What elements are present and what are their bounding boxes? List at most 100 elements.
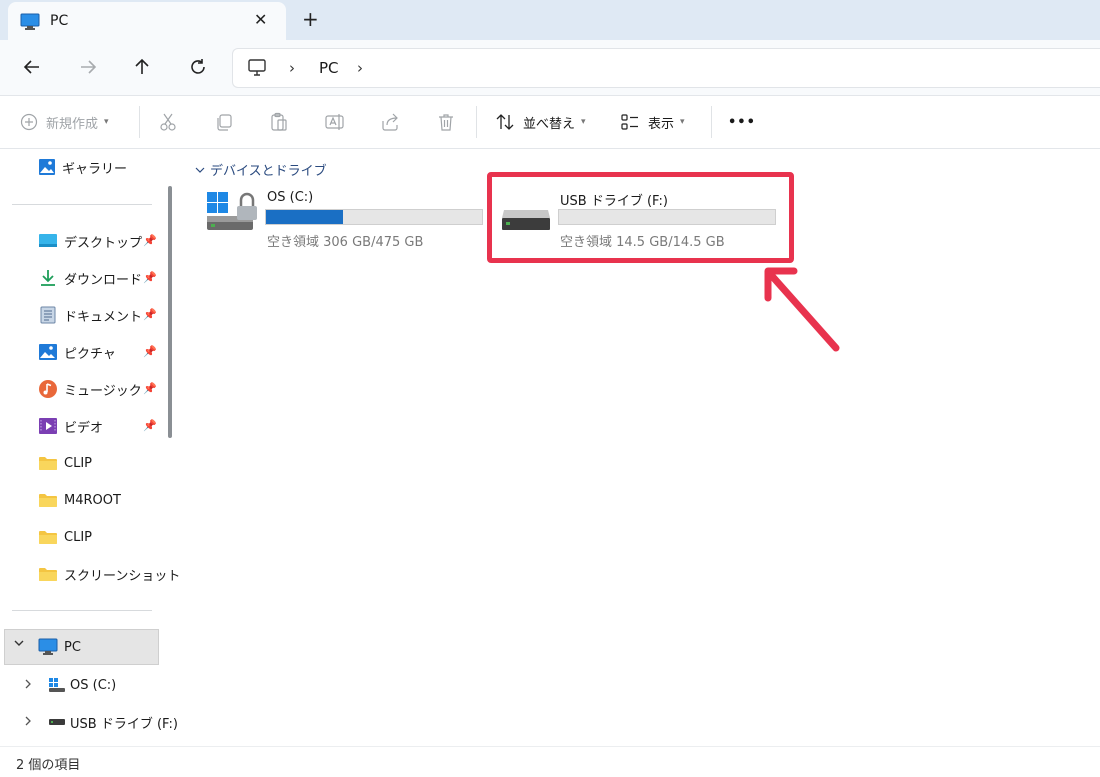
share-button[interactable] — [380, 108, 400, 136]
chevron-right-icon[interactable] — [22, 715, 34, 731]
sidebar-item-label: CLIP — [64, 455, 92, 471]
sidebar-item-downloads[interactable]: ダウンロード — [38, 266, 142, 290]
pin-icon[interactable]: 📌 — [143, 345, 157, 358]
sidebar-item-label: USB ドライブ (F:) — [70, 716, 178, 732]
monitor-icon — [20, 13, 40, 35]
up-button[interactable] — [129, 54, 155, 80]
highlight-box — [487, 172, 794, 263]
back-button[interactable] — [19, 54, 45, 80]
toolbar-divider — [139, 106, 140, 138]
copy-button[interactable] — [214, 108, 234, 136]
arrow-left-icon — [23, 60, 39, 74]
drive-usage-bar — [265, 209, 483, 225]
chevron-down-icon: ▾ — [104, 117, 109, 127]
pin-icon[interactable]: 📌 — [143, 234, 157, 247]
music-icon — [39, 380, 57, 398]
pin-icon[interactable]: 📌 — [143, 308, 157, 321]
drive-free-space: 空き領域 306 GB/475 GB — [267, 235, 424, 250]
annotation-arrow-icon — [764, 267, 840, 352]
plus-circle-icon — [20, 113, 38, 131]
drive-usage-fill — [266, 210, 343, 224]
drive-name: OS (C:) — [267, 190, 314, 205]
drive-tile-os[interactable]: OS (C:) 空き領域 306 GB/475 GB — [205, 186, 487, 250]
monitor-icon — [38, 638, 58, 655]
sidebar-item-label: ビデオ — [64, 420, 104, 436]
sidebar-item-label: CLIP — [64, 529, 92, 545]
group-header-label: デバイスとドライブ — [210, 164, 327, 179]
sidebar-item-label: M4ROOT — [64, 492, 121, 508]
item-count: 2 個の項目 — [16, 758, 81, 773]
sidebar-item-documents[interactable]: ドキュメント — [38, 303, 142, 327]
sidebar-item-pictures[interactable]: ピクチャ — [38, 340, 116, 364]
sidebar-item-pc-label-row[interactable]: PC — [38, 635, 81, 659]
sidebar-item-os-drive[interactable]: OS (C:) — [48, 673, 116, 697]
sidebar-item-screenshots[interactable]: スクリーンショット — [38, 562, 180, 586]
group-header-devices[interactable]: デバイスとドライブ — [194, 160, 327, 179]
pin-icon[interactable]: 📌 — [143, 382, 157, 395]
refresh-icon — [191, 59, 205, 74]
breadcrumb-chevron[interactable]: › — [357, 59, 363, 77]
sidebar-item-desktop[interactable]: デスクトップ — [38, 229, 142, 253]
sidebar-divider — [12, 610, 152, 611]
video-icon — [39, 418, 57, 434]
sidebar-item-label: ダウンロード — [64, 272, 143, 288]
document-icon — [40, 306, 56, 324]
sidebar-scrollbar[interactable] — [168, 186, 172, 438]
rename-icon — [325, 114, 344, 130]
clipboard-icon — [271, 112, 287, 131]
sidebar-item-label: スクリーンショット — [64, 568, 181, 584]
scissors-icon — [160, 113, 176, 131]
rename-button[interactable] — [324, 108, 346, 136]
refresh-button[interactable] — [185, 54, 211, 80]
new-tab-button[interactable]: + — [302, 7, 319, 31]
trash-icon — [439, 114, 453, 131]
gallery-icon — [39, 159, 55, 175]
chevron-right-icon[interactable] — [22, 678, 34, 694]
pin-icon[interactable]: 📌 — [143, 271, 157, 284]
sidebar-item-label: PC — [64, 639, 81, 655]
copy-icon — [217, 114, 232, 131]
close-tab-button[interactable]: ✕ — [254, 10, 267, 29]
sidebar-item-pc[interactable] — [4, 629, 159, 665]
breadcrumb-pc[interactable]: PC — [319, 59, 339, 77]
paste-button[interactable] — [269, 108, 289, 136]
arrow-right-icon — [81, 60, 97, 74]
tab-pc[interactable]: PC ✕ — [8, 2, 286, 40]
sidebar-item-clip-1[interactable]: CLIP — [38, 451, 92, 475]
more-options-button[interactable]: ••• — [728, 108, 756, 136]
breadcrumb-chevron[interactable]: › — [289, 59, 295, 77]
sort-arrows-icon — [496, 114, 514, 130]
view-list-icon — [621, 114, 638, 130]
sidebar-item-usb-drive[interactable]: USB ドライブ (F:) — [48, 710, 178, 734]
sidebar-divider — [12, 204, 152, 205]
sidebar-item-label: ミュージック — [64, 383, 142, 399]
sidebar-item-label: デスクトップ — [64, 235, 143, 251]
forward-button[interactable] — [75, 54, 101, 80]
address-bar[interactable]: › PC › — [232, 48, 1100, 88]
sidebar-item-m4root[interactable]: M4ROOT — [38, 488, 121, 512]
sidebar-item-label: OS (C:) — [70, 677, 117, 693]
sidebar-item-music[interactable]: ミュージック — [38, 377, 142, 401]
new-button[interactable]: 新規作成 ▾ — [20, 108, 109, 136]
sidebar-item-clip-2[interactable]: CLIP — [38, 525, 92, 549]
share-icon — [382, 113, 398, 131]
cut-button[interactable] — [158, 108, 178, 136]
toolbar-divider — [711, 106, 712, 138]
chevron-down-icon[interactable] — [12, 636, 26, 653]
sidebar-item-videos[interactable]: ビデオ — [38, 414, 103, 438]
usb-drive-icon — [49, 719, 65, 725]
arrow-up-icon — [135, 58, 149, 74]
status-bar: 2 個の項目 — [0, 746, 1100, 777]
sort-button[interactable]: 並べ替え ▾ — [495, 108, 586, 136]
system-drive-icon — [207, 192, 257, 230]
sidebar-item-gallery[interactable]: ギャラリー — [38, 155, 127, 179]
pin-icon[interactable]: 📌 — [143, 419, 157, 432]
delete-button[interactable] — [436, 108, 456, 136]
view-button-label: 表示 — [648, 116, 675, 132]
folder-icon — [39, 494, 57, 507]
folder-icon — [39, 457, 57, 470]
folder-icon — [39, 568, 57, 581]
view-button[interactable]: 表示 ▾ — [620, 108, 685, 136]
download-arrow-icon — [41, 270, 55, 286]
desktop-folder-icon — [39, 234, 57, 247]
